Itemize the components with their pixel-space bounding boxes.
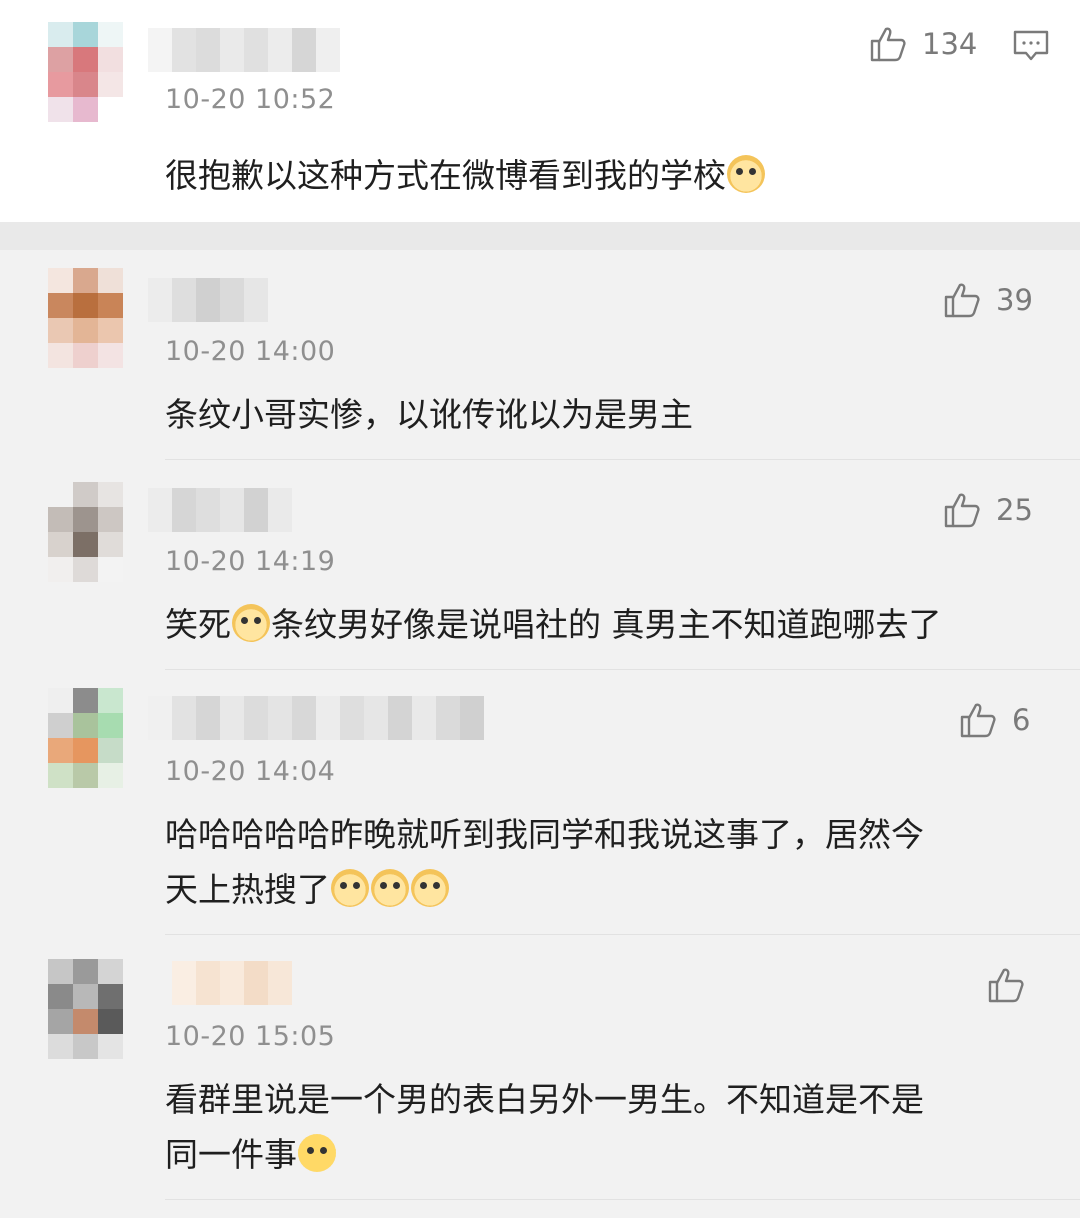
- username-blurred[interactable]: [148, 696, 484, 740]
- username-blurred[interactable]: [148, 278, 268, 322]
- comment-time: 10-20 14:04: [165, 756, 336, 787]
- username-blurred[interactable]: [148, 28, 340, 72]
- comment-text-line: 同一件事: [165, 1135, 297, 1174]
- avatar[interactable]: [48, 268, 123, 368]
- comment-text: 哈哈哈哈哈昨晚就听到我同学和我说这事了，居然今 天上热搜了: [165, 807, 1015, 917]
- doge-emoji-icon: [232, 604, 270, 642]
- username-blurred[interactable]: [172, 961, 292, 1005]
- section-gap: [0, 222, 1080, 250]
- like-count: 39: [996, 283, 1033, 317]
- like-button[interactable]: 6: [958, 700, 1030, 740]
- comment-time: 10-20 10:52: [165, 84, 336, 115]
- like-button[interactable]: 134: [868, 24, 977, 64]
- comment-text-line: 条纹男好像是说唱社的 真男主不知道跑哪去了: [271, 605, 942, 644]
- doge-emoji-icon: [331, 869, 369, 907]
- comment-time: 10-20 14:00: [165, 336, 336, 367]
- list-item: 10-20 14:19 笑死 条纹男好像是说唱社的 真男主不知道跑哪去了 25: [0, 460, 1080, 670]
- username-blurred[interactable]: [148, 488, 292, 532]
- thumbs-up-icon: [960, 703, 996, 738]
- comment-text: 很抱歉以这种方式在微博看到我的学校: [165, 148, 1015, 203]
- like-count: 25: [996, 493, 1033, 527]
- divider: [165, 1199, 1080, 1200]
- comment-text: 笑死 条纹男好像是说唱社的 真男主不知道跑哪去了: [165, 597, 1015, 652]
- avatar[interactable]: [48, 959, 123, 1059]
- avatar[interactable]: [48, 22, 123, 122]
- comment-text-line: 笑死: [165, 605, 231, 644]
- like-button[interactable]: 39: [942, 280, 1033, 320]
- doge-emoji-icon: [371, 869, 409, 907]
- comment-time: 10-20 14:19: [165, 546, 336, 577]
- comment-text-line: 哈哈哈哈哈昨晚就听到我同学和我说这事了，居然今: [165, 815, 924, 854]
- comment-text-line: 看群里说是一个男的表白另外一男生。不知道是不是: [165, 1080, 924, 1119]
- laughing-emoji-icon: [298, 1134, 336, 1172]
- list-item: 10-20 15:05 看群里说是一个男的表白另外一男生。不知道是不是 同一件事: [0, 935, 1080, 1200]
- like-button[interactable]: 25: [942, 490, 1033, 530]
- doge-emoji-icon: [727, 155, 765, 193]
- avatar[interactable]: [48, 688, 123, 788]
- like-count: 134: [922, 27, 978, 61]
- comment-icon[interactable]: [1012, 28, 1050, 64]
- list-item: 10-20 14:04 哈哈哈哈哈昨晚就听到我同学和我说这事了，居然今 天上热搜…: [0, 670, 1080, 935]
- like-button[interactable]: [986, 965, 1040, 1005]
- thumbs-up-icon: [870, 27, 906, 62]
- comment-text: 条纹小哥实惨，以讹传讹以为是男主: [165, 387, 1015, 442]
- avatar[interactable]: [48, 482, 123, 582]
- comment-text-line: 很抱歉以这种方式在微博看到我的学校: [165, 156, 726, 195]
- comment-time: 10-20 15:05: [165, 1021, 336, 1052]
- comment-text: 看群里说是一个男的表白另外一男生。不知道是不是 同一件事: [165, 1072, 1015, 1182]
- top-comment: 10-20 10:52 很抱歉以这种方式在微博看到我的学校 134: [0, 0, 1080, 222]
- thumbs-up-icon: [944, 283, 980, 318]
- thumbs-up-icon: [988, 968, 1024, 1003]
- list-item: 10-20 14:00 条纹小哥实惨，以讹传讹以为是男主 39: [0, 250, 1080, 460]
- thumbs-up-icon: [944, 493, 980, 528]
- comment-text-line: 天上热搜了: [165, 870, 330, 909]
- comment-text-line: 条纹小哥实惨，以讹传讹以为是男主: [165, 395, 693, 434]
- like-count: 6: [1012, 703, 1031, 737]
- doge-emoji-icon: [411, 869, 449, 907]
